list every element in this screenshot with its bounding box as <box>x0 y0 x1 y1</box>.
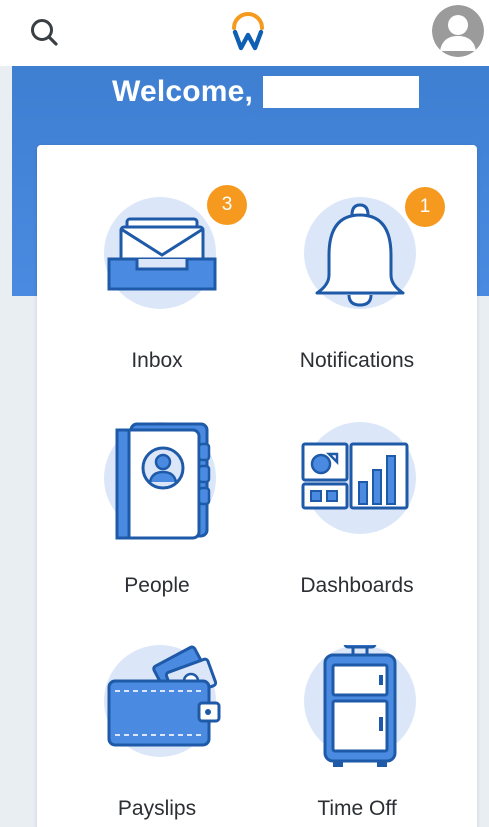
notifications-badge: 1 <box>405 187 445 227</box>
home-screen: Welcome, 3 Inbox 1 Notifications People … <box>0 0 489 827</box>
tile-inbox[interactable]: 3 Inbox <box>57 185 257 397</box>
wallet-icon <box>107 645 221 747</box>
tile-payslips[interactable]: Payslips <box>57 645 257 827</box>
tile-label: Dashboards <box>300 574 414 597</box>
tile-dashboards[interactable]: Dashboards <box>257 422 457 622</box>
search-icon[interactable] <box>28 16 62 50</box>
address-book-icon <box>115 422 211 540</box>
user-avatar-icon[interactable] <box>432 5 484 57</box>
welcome-heading: Welcome, <box>112 72 420 112</box>
tile-people[interactable]: People <box>57 422 257 622</box>
apps-card: 3 Inbox 1 Notifications People Dashboard… <box>37 145 477 827</box>
tile-label: Time Off <box>317 797 397 820</box>
tile-label: People <box>124 574 190 597</box>
suitcase-icon <box>323 645 397 767</box>
dashboard-icon <box>301 442 409 510</box>
inbox-badge: 3 <box>207 185 247 225</box>
user-name-redacted <box>263 76 420 108</box>
workday-logo <box>228 10 268 54</box>
tile-time-off[interactable]: Time Off <box>257 645 457 827</box>
tile-label: Inbox <box>131 349 183 372</box>
tile-notifications[interactable]: 1 Notifications <box>257 187 457 397</box>
tile-label: Notifications <box>299 349 415 372</box>
tile-label: Payslips <box>117 797 197 820</box>
top-bar <box>0 0 489 66</box>
welcome-text: Welcome, <box>112 75 254 108</box>
